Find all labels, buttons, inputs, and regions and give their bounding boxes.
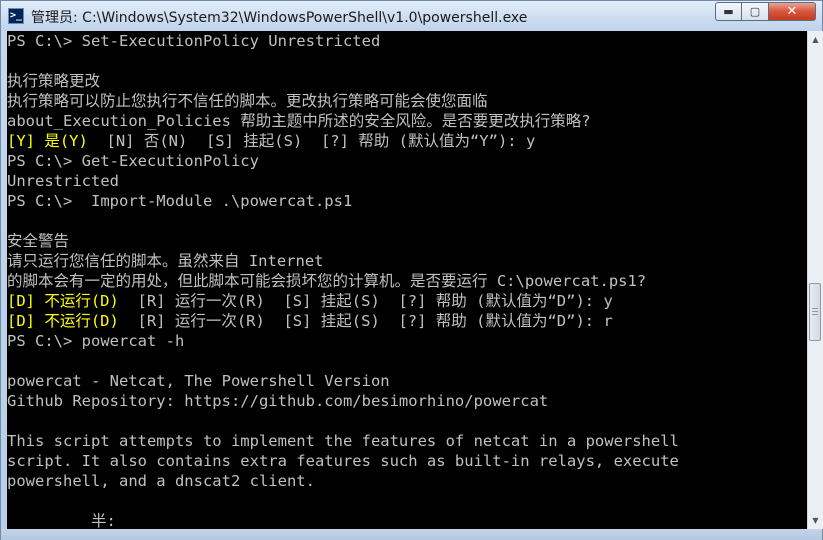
console-line: PS C:\> Set-ExecutionPolicy Unrestricted: [7, 32, 381, 50]
console-segment: [D] 不运行(D): [7, 292, 119, 310]
console-segment: [Y] 是(Y): [7, 132, 88, 150]
console-line: This script attempts to implement the fe…: [7, 432, 679, 450]
console-output[interactable]: PS C:\> Set-ExecutionPolicy Unrestricted…: [7, 31, 807, 529]
console-line: 半:: [7, 512, 116, 529]
console-line: 安全警告: [7, 232, 70, 250]
console-line: about_Execution_Policies 帮助主题中所述的安全风险。是否…: [7, 112, 591, 130]
minimize-button[interactable]: ▬: [715, 2, 742, 21]
console-line: powershell, and a dnscat2 client.: [7, 472, 315, 490]
console-segment: [D] 不运行(D): [7, 312, 119, 330]
powershell-icon[interactable]: >_: [8, 8, 24, 24]
console-line: 执行策略更改: [7, 72, 101, 90]
window-bottom-border: [1, 529, 822, 540]
console-line: [Y] 是(Y) [N] 否(N) [S] 挂起(S) [?] 帮助 (默认值为…: [7, 131, 807, 151]
console-line: Unrestricted: [7, 172, 119, 190]
console-line: powercat - Netcat, The Powershell Versio…: [7, 372, 390, 390]
scroll-up-icon[interactable]: ▲: [808, 31, 823, 48]
console-line: 的脚本会有一定的用处，但此脚本可能会损坏您的计算机。是否要运行 C:\power…: [7, 272, 647, 290]
scroll-down-icon[interactable]: ▼: [808, 512, 823, 529]
console-line: script. It also contains extra features …: [7, 452, 679, 470]
close-button[interactable]: ✕: [769, 2, 816, 21]
console-line: [D] 不运行(D) [R] 运行一次(R) [S] 挂起(S) [?] 帮助 …: [7, 311, 807, 331]
powershell-window: >_ 管理员: C:\Windows\System32\WindowsPower…: [0, 0, 823, 540]
window-controls: ▬ ▢ ✕: [715, 2, 816, 24]
scroll-thumb[interactable]: [809, 283, 821, 342]
console-line: PS C:\> Import-Module .\powercat.ps1: [7, 192, 353, 210]
console-line: 执行策略可以防止您执行不信任的脚本。更改执行策略可能会使您面临: [7, 92, 488, 110]
console-segment: [R] 运行一次(R) [S] 挂起(S) [?] 帮助 (默认值为“D”): …: [118, 292, 613, 310]
console-line: PS C:\> Get-ExecutionPolicy: [7, 152, 259, 170]
console-line: PS C:\> powercat -h: [7, 332, 185, 350]
maximize-button[interactable]: ▢: [742, 2, 769, 21]
console-line: [D] 不运行(D) [R] 运行一次(R) [S] 挂起(S) [?] 帮助 …: [7, 291, 807, 311]
console-segment: [R] 运行一次(R) [S] 挂起(S) [?] 帮助 (默认值为“D”): …: [118, 312, 613, 330]
title-bar[interactable]: >_ 管理员: C:\Windows\System32\WindowsPower…: [1, 1, 822, 31]
console-line: Github Repository: https://github.com/be…: [7, 392, 549, 410]
console-segment: [N] 否(N) [S] 挂起(S) [?] 帮助 (默认值为“Y”): y: [87, 132, 536, 150]
console-line: 请只运行您信任的脚本。虽然来自 Internet: [7, 252, 324, 270]
window-title: 管理员: C:\Windows\System32\WindowsPowerShe…: [31, 10, 528, 26]
vertical-scrollbar[interactable]: ▲ ▼: [807, 31, 823, 529]
